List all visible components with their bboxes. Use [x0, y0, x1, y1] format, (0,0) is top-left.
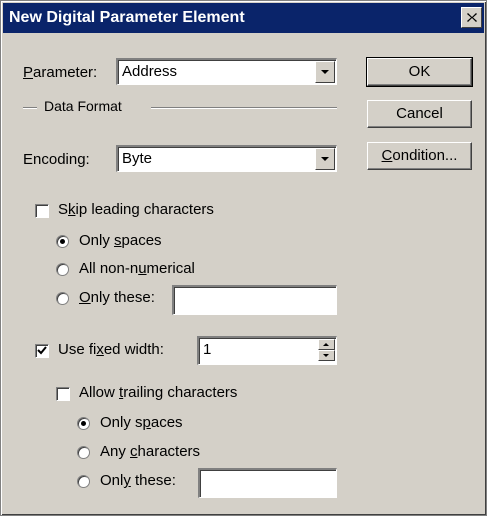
allow-trailing-prefix: Allow [79, 384, 120, 401]
opt-suffix: nly these: [90, 289, 155, 306]
opt-accel: p [142, 414, 151, 431]
encoding-label: Encoding: [23, 151, 90, 168]
allow-trailing-suffix: railing characters [123, 384, 238, 401]
encoding-value: Byte [122, 150, 153, 167]
trailing-only-these-input[interactable] [198, 468, 337, 498]
opt-accel: s [114, 232, 122, 249]
opt-accel: y [123, 472, 131, 489]
opt-prefix: Only s [100, 414, 143, 431]
close-icon [467, 13, 477, 22]
cancel-button[interactable]: Cancel [367, 100, 472, 128]
skip-leading-label: Skip leading characters [58, 201, 214, 218]
opt-prefix: Only [79, 232, 115, 249]
opt-accel: u [138, 260, 147, 277]
skip-radio-only-spaces[interactable] [56, 235, 69, 248]
ok-button[interactable]: OK [366, 57, 473, 87]
opt-suffix: aces [150, 414, 183, 431]
trailing-radio-only-these[interactable] [77, 475, 90, 488]
trailing-radio-any-label: Any characters [100, 443, 200, 460]
skip-radio-non-numerical[interactable] [56, 263, 69, 276]
opt-suffix: these: [130, 472, 176, 489]
skip-radio-only-these-label: Only these: [79, 289, 155, 306]
trailing-radio-only-these-label: Only these: [100, 472, 176, 489]
allow-trailing-checkbox[interactable] [56, 387, 70, 401]
encoding-select[interactable]: Byte [116, 145, 337, 172]
fixed-width-prefix: Use fi [58, 341, 97, 358]
fixed-width-suffix: ed width: [103, 341, 164, 358]
check-icon [37, 346, 47, 355]
chevron-down-icon[interactable] [315, 148, 335, 170]
skip-radio-only-these[interactable] [56, 292, 69, 305]
opt-accel: O [79, 289, 91, 306]
parameter-label-accel: P [23, 64, 34, 81]
opt-suffix: merical [146, 260, 195, 277]
spinner-buttons [318, 339, 335, 361]
skip-leading-suffix: ip leading characters [75, 201, 214, 218]
fixed-width-spinner[interactable]: 1 [197, 336, 337, 365]
skip-radio-non-numerical-label: All non-numerical [79, 260, 195, 277]
fixed-width-checkbox[interactable] [35, 344, 49, 358]
group-divider-right [151, 107, 337, 109]
parameter-select[interactable]: Address [116, 58, 337, 85]
opt-suffix: paces [121, 232, 162, 249]
allow-trailing-label: Allow trailing characters [79, 384, 237, 401]
parameter-value: Address [122, 63, 178, 80]
opt-accel: c [130, 443, 138, 460]
fixed-width-value: 1 [203, 341, 212, 358]
fixed-width-label: Use fixed width: [58, 341, 164, 358]
condition-button-suffix: ondition... [392, 147, 458, 164]
condition-button[interactable]: Condition... [367, 142, 472, 170]
trailing-radio-any[interactable] [77, 446, 90, 459]
trailing-radio-only-spaces-label: Only spaces [100, 414, 183, 431]
chevron-up-icon[interactable] [318, 339, 335, 350]
window-title: New Digital Parameter Element [9, 9, 245, 26]
skip-radio-only-spaces-label: Only spaces [79, 232, 162, 249]
condition-button-accel: C [381, 147, 393, 164]
opt-suffix: haracters [137, 443, 201, 460]
parameter-label-suffix: arameter: [33, 64, 98, 81]
opt-prefix: Onl [100, 472, 124, 489]
trailing-radio-only-spaces[interactable] [77, 417, 90, 430]
skip-leading-checkbox[interactable] [35, 204, 49, 218]
skip-only-these-input[interactable] [172, 285, 337, 315]
group-divider-left [23, 107, 37, 109]
chevron-down-icon[interactable] [315, 61, 335, 83]
close-button[interactable] [461, 7, 482, 28]
skip-leading-accel: k [68, 201, 76, 218]
opt-prefix: All non-n [79, 260, 139, 277]
data-format-label: Data Format [44, 98, 122, 114]
parameter-label: Parameter: [23, 64, 97, 81]
skip-leading-prefix: S [58, 201, 69, 218]
fixed-width-accel: x [96, 341, 104, 358]
title-bar[interactable]: New Digital Parameter Element [3, 3, 484, 33]
dialog-window: New Digital Parameter Element Parameter:… [0, 0, 487, 516]
opt-prefix: Any [100, 443, 131, 460]
chevron-down-icon[interactable] [318, 350, 335, 361]
